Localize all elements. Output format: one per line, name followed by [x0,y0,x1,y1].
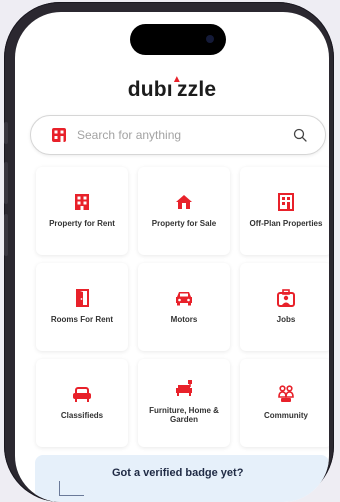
phone-frame: dubı▲zzle Search for anything Property f… [4,2,334,502]
house-icon [176,195,192,209]
category-property-for-rent[interactable]: Property for Rent [36,167,128,255]
dubizzle-logo[interactable]: dubı▲zzle [15,74,329,102]
category-label: Rooms For Rent [50,315,114,324]
illustration-icon [59,481,84,496]
category-jobs[interactable]: Jobs [240,263,329,351]
category-furniture-home-garden[interactable]: Furniture, Home & Garden [138,359,230,447]
category-motors[interactable]: Motors [138,263,230,351]
side-button [4,214,8,256]
verified-badge-banner[interactable]: Got a verified badge yet? [35,455,329,502]
category-label: Motors [170,315,198,324]
category-label: Classifieds [60,411,104,420]
category-label: Property for Rent [49,219,115,228]
plan-building-icon [278,193,294,211]
logo-text-end: zzle [176,78,217,101]
flame-icon: ▲ [171,74,182,85]
door-icon [76,289,89,307]
category-off-plan-properties[interactable]: Off-Plan Properties [240,167,329,255]
phone-screen: dubı▲zzle Search for anything Property f… [15,12,329,502]
category-label: Property for Sale [151,219,217,228]
side-button [4,122,8,144]
banner-text: Got a verified badge yet? [112,467,244,479]
logo-text-start: dub [127,78,167,101]
category-label: Off-Plan Properties [249,219,323,228]
camera-icon [206,35,214,43]
building-icon [52,128,66,142]
category-rooms-for-rent[interactable]: Rooms For Rent [36,263,128,351]
category-label: Furniture, Home & Garden [149,406,219,424]
category-label: Jobs [276,315,296,324]
briefcase-icon [277,289,295,307]
sofa-icon [73,387,91,402]
search-placeholder: Search for anything [77,128,182,142]
category-label: Community [264,411,308,420]
dynamic-island [130,24,226,55]
search-input[interactable]: Search for anything [30,115,326,155]
building-icon [75,194,89,210]
category-classifieds[interactable]: Classifieds [36,359,128,447]
people-icon [278,385,294,402]
search-icon[interactable] [293,128,307,142]
car-icon [176,292,192,306]
category-property-for-sale[interactable]: Property for Sale [138,167,230,255]
furniture-icon [176,380,192,396]
category-community[interactable]: Community [240,359,329,447]
side-button [4,162,8,204]
